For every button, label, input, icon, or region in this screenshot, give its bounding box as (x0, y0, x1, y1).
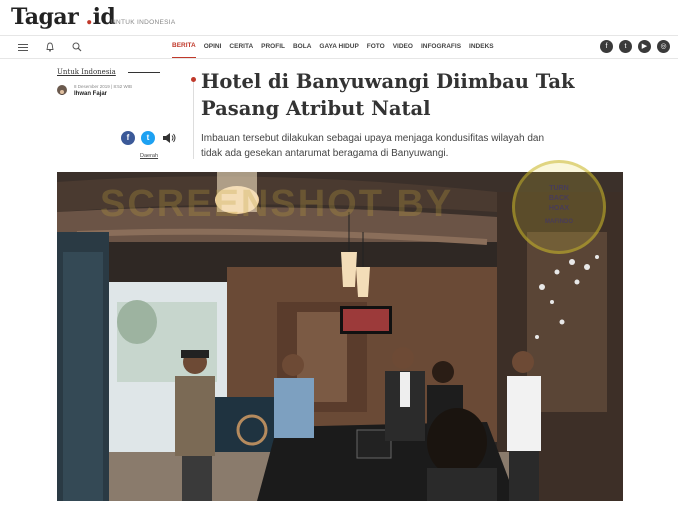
nav-links: BERITA OPINI CERITA PROFIL BOLA GAYA HID… (172, 36, 502, 58)
title-divider-dot (191, 77, 196, 82)
nav-item-video[interactable]: VIDEO (393, 36, 413, 58)
nav-item-gaya-hidup[interactable]: GAYA HIDUP (319, 36, 358, 58)
nav-item-cerita[interactable]: CERITA (229, 36, 253, 58)
logo-dot: . (78, 4, 93, 30)
youtube-icon[interactable]: ▶ (638, 40, 651, 53)
author-name[interactable]: Ihwan Fajar (74, 91, 107, 97)
article-title: Hotel di Banyuwangi Diimbau Tak Pasang A… (201, 70, 575, 120)
nav-item-berita[interactable]: BERITA (172, 36, 196, 58)
channel-link[interactable]: Untuk Indonesia (57, 68, 116, 76)
logo-tld: id (92, 4, 116, 30)
stamp-line-1: TURN (549, 185, 569, 192)
instagram-icon[interactable]: ◎ (657, 40, 670, 53)
search-icon[interactable] (71, 41, 83, 53)
logo-text: Tagar (11, 4, 79, 30)
site-tagline: UNTUK INDONESIA (111, 19, 176, 26)
site-logo[interactable]: Tagar .id (11, 4, 116, 30)
listen-speaker-icon[interactable] (161, 131, 177, 145)
region-tag[interactable]: Daerah (140, 153, 158, 159)
channel-divider (128, 72, 160, 73)
site-header: Tagar .id UNTUK INDONESIA (0, 0, 678, 34)
nav-item-profil[interactable]: PROFIL (261, 36, 285, 58)
turnbackhoax-stamp: TURN BACK HOAX MAFINDO (512, 160, 606, 254)
nav-item-opini[interactable]: OPINI (204, 36, 222, 58)
facebook-icon[interactable]: f (600, 40, 613, 53)
article-lead: Imbauan tersebut dilakukan sebagai upaya… (201, 133, 545, 159)
stamp-line-2: BACK (548, 195, 570, 202)
screenshot-watermark: SCREENSHOT BY (100, 183, 454, 225)
publish-date: 8 Desember 2019 | 8:52 WIB (74, 84, 132, 89)
nav-item-infografis[interactable]: INFOGRAFIS (421, 36, 461, 58)
nav-item-indeks[interactable]: INDEKS (469, 36, 494, 58)
title-divider (193, 77, 194, 159)
menu-icon[interactable] (17, 41, 29, 53)
stamp-line-3: HOAX (548, 205, 570, 212)
nav-item-bola[interactable]: BOLA (293, 36, 311, 58)
share-twitter-icon[interactable]: t (141, 131, 155, 145)
share-facebook-icon[interactable]: f (121, 131, 135, 145)
notification-bell-icon[interactable] (44, 41, 56, 53)
main-nav: BERITA OPINI CERITA PROFIL BOLA GAYA HID… (0, 35, 678, 59)
avatar (57, 85, 67, 95)
nav-item-foto[interactable]: FOTO (367, 36, 385, 58)
stamp-line-4: MAFINDO (545, 219, 573, 225)
twitter-icon[interactable]: t (619, 40, 632, 53)
